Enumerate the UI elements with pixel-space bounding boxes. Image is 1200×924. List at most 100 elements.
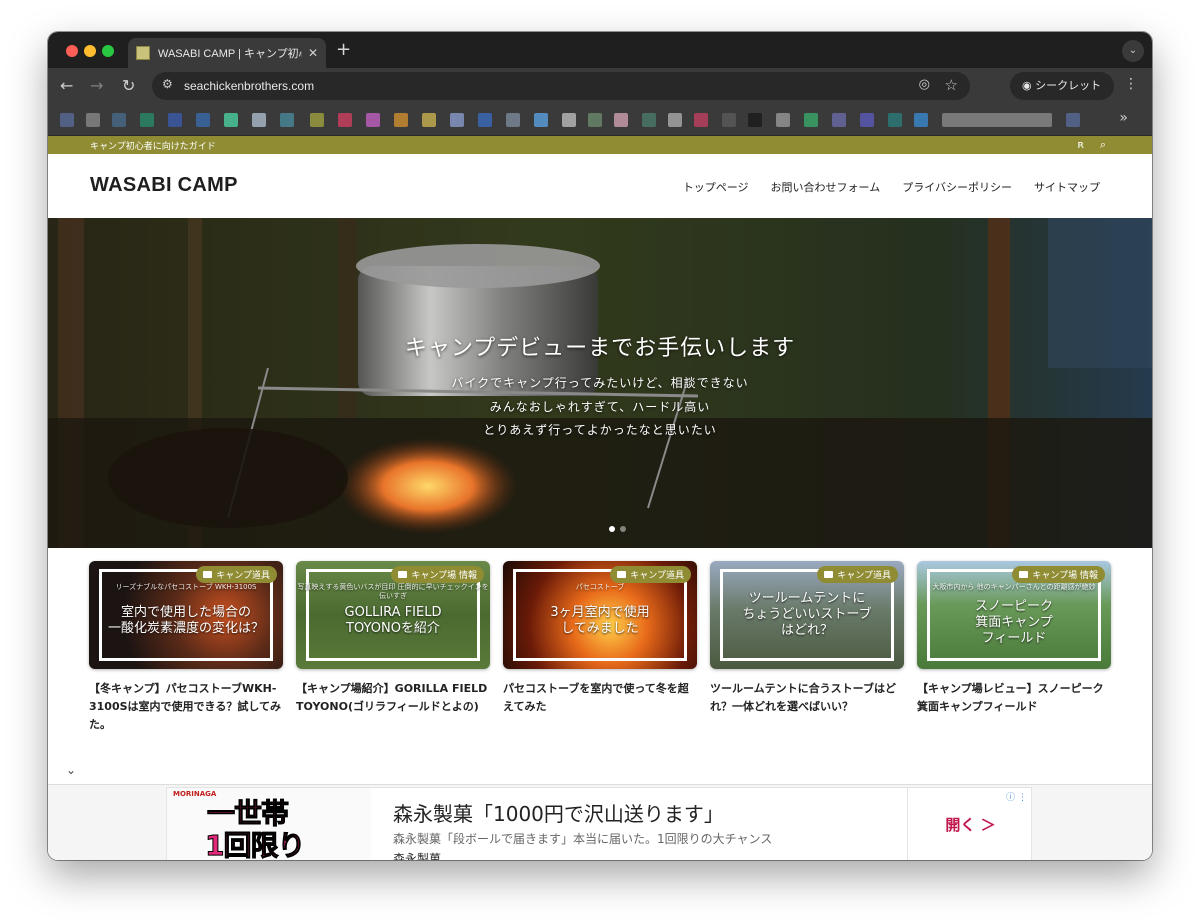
ad-creative[interactable]: MORINAGA 一世帯 1回限り 森永製菓「1000円で沢山送ります」 森永製… [166,787,1032,860]
bookmark-favicon-icon[interactable] [804,113,818,127]
card-thumbnail[interactable]: 写真映えする黄色いバスが目印 圧倒的に早いチェックインを伝いすぎ GOLLIRA… [296,561,490,669]
thumb-text: ツールームテントに ちょうどいいストーブ はどれ？ [742,591,872,638]
bookmark-favicon-icon[interactable] [748,113,762,127]
bookmark-favicon-icon[interactable] [310,113,324,127]
bookmark-favicon-icon[interactable] [478,113,492,127]
ad-headline[interactable]: 森永製菓「1000円で沢山送ります」 [393,798,724,827]
bookmark-favicon-icon[interactable] [642,113,656,127]
ad-banner-image[interactable]: MORINAGA 一世帯 1回限り [167,788,371,860]
bookmark-favicon-icon[interactable] [694,113,708,127]
back-arrow-icon[interactable]: ← [60,76,73,96]
slider-dot[interactable] [620,526,626,532]
card-thumbnail[interactable]: リーズナブルなパセコストーブ WKH-3100S 室内で使用した場合の 一酸化炭… [89,561,283,669]
bookmark-favicon-icon[interactable] [506,113,520,127]
browser-menu-icon[interactable]: ⋮ [1124,76,1138,92]
bookmark-favicon-icon[interactable] [338,113,352,127]
bookmarks-overflow-icon[interactable]: » [1119,110,1128,126]
ad-description: 森永製菓「段ボールで届きます」本当に届いた。1回限りの大チャンス [393,832,773,846]
reload-icon[interactable]: ↻ [122,76,135,96]
site-info-icon[interactable]: ⚙ [162,77,173,91]
category-badge[interactable]: キャンプ道具 [817,566,898,583]
eye-off-icon[interactable]: ◎ [919,77,930,92]
bookmark-favicon-icon[interactable] [140,113,154,127]
card-title[interactable]: パセコストーブを室内で使って冬を超えてみた [503,680,697,716]
article-card[interactable]: 大阪市内から 他のキャンパーさんとの距離感が絶妙 スノーピーク 箕面キャンプ フ… [917,561,1111,716]
minimize-window-button[interactable] [84,45,96,57]
article-card[interactable]: ツールームテントに ちょうどいいストーブ はどれ？ キャンプ道具 ツールームテン… [710,561,904,716]
card-title[interactable]: 【キャンプ場レビュー】スノーピーク箕面キャンプフィールド [917,680,1111,716]
nav-item-sitemap[interactable]: サイトマップ [1034,179,1100,195]
browser-tab[interactable]: WASABI CAMP | キャンプ初心者 ✕ [128,38,326,68]
site-header: WASABI CAMP トップページ お問い合わせフォーム プライバシーポリシー… [48,154,1152,218]
category-label: キャンプ道具 [630,571,684,581]
hero-line: バイクでキャンプ行ってみたいけど、相談できない [451,376,749,390]
incognito-label: シークレット [1035,79,1102,92]
bookmark-favicon-icon[interactable] [394,113,408,127]
tab-search-chevron-icon[interactable]: ⌄ [1122,40,1144,62]
category-badge[interactable]: キャンプ道具 [196,566,277,583]
tab-close-icon[interactable]: ✕ [308,46,318,60]
bookmark-favicon-icon[interactable] [1066,113,1080,127]
bookmark-favicon-icon[interactable] [112,113,126,127]
maximize-window-button[interactable] [102,45,114,57]
category-badge[interactable]: キャンプ場 情報 [1012,566,1105,583]
nav-item-privacy[interactable]: プライバシーポリシー [902,179,1012,195]
bookmark-favicon-icon[interactable] [534,113,548,127]
bookmark-favicon-icon[interactable] [722,113,736,127]
bookmark-favicon-icon[interactable] [450,113,464,127]
bookmark-favicon-icon[interactable] [668,113,682,127]
forward-arrow-icon[interactable]: → [90,76,103,96]
bookmark-favicon-icon[interactable] [614,113,628,127]
category-label: キャンプ場 情報 [411,571,477,581]
bookmark-favicon-icon[interactable] [280,113,294,127]
ad-info-icon[interactable]: ⓘ ⋮ [1006,790,1027,803]
card-title[interactable]: 【キャンプ場紹介】GORILLA FIELD TOYONO(ゴリラフィールドとよ… [296,680,490,716]
bookmark-favicon-icon[interactable] [252,113,266,127]
bookmark-favicon-icon[interactable] [562,113,576,127]
slider-dot-active[interactable] [609,526,615,532]
category-badge[interactable]: キャンプ場 情報 [391,566,484,583]
card-title[interactable]: ツールームテントに合うストーブはどれ？一体どれを選べばいい？ [710,680,904,716]
address-bar[interactable]: ⚙ seachickenbrothers.com ◎ ☆ [152,72,970,100]
article-card[interactable]: 写真映えする黄色いバスが目印 圧倒的に早いチェックインを伝いすぎ GOLLIRA… [296,561,490,716]
top-strip: キャンプ初心者に向けたガイド ʀ ⌕ [48,136,1152,154]
url-text[interactable]: seachickenbrothers.com [184,79,314,93]
article-card[interactable]: リーズナブルなパセコストーブ WKH-3100S 室内で使用した場合の 一酸化炭… [89,561,283,734]
bookmark-favicon-icon[interactable] [914,113,928,127]
browser-window: WASABI CAMP | キャンプ初心者 ✕ + ⌄ ← → ↻ ⚙ seac… [48,32,1152,860]
card-thumbnail[interactable]: パセコストーブ 3ヶ月室内で使用 してみました キャンプ道具 [503,561,697,669]
nav-item-top[interactable]: トップページ [683,179,749,195]
category-badge[interactable]: キャンプ道具 [610,566,691,583]
close-window-button[interactable] [66,45,78,57]
bookmark-favicon-icon[interactable] [888,113,902,127]
hero-slider[interactable]: キャンプデビューまでお手伝いします バイクでキャンプ行ってみたいけど、相談できな… [48,218,1152,548]
new-tab-button[interactable]: + [336,40,351,60]
nav-item-contact[interactable]: お問い合わせフォーム [771,179,881,195]
bookmark-favicon-icon[interactable] [860,113,874,127]
ad-advertiser: 森永製菓 [393,852,442,860]
bookmark-favicon-icon[interactable] [588,113,602,127]
rss-icon[interactable]: ʀ [1077,138,1084,151]
thumb-text: 3ヶ月室内で使用 してみました [550,605,650,636]
incognito-badge[interactable]: ◉ シークレット [1010,72,1114,100]
bookmark-favicon-icon[interactable] [776,113,790,127]
thumb-small-text: パセコストーブ [575,583,625,591]
bookmark-favicon-icon[interactable] [168,113,182,127]
bookmark-favicon-icon[interactable] [196,113,210,127]
search-icon[interactable]: ⌕ [1100,138,1106,152]
bookmark-favicon-icon[interactable] [832,113,846,127]
incognito-icon: ◉ [1022,79,1036,92]
ad-collapse-chevron-icon[interactable]: ⌄ [54,760,88,780]
site-logo[interactable]: WASABI CAMP [90,174,238,197]
article-card[interactable]: パセコストーブ 3ヶ月室内で使用 してみました キャンプ道具 パセコストーブを室… [503,561,697,716]
card-thumbnail[interactable]: 大阪市内から 他のキャンパーさんとの距離感が絶妙 スノーピーク 箕面キャンプ フ… [917,561,1111,669]
card-thumbnail[interactable]: ツールームテントに ちょうどいいストーブ はどれ？ キャンプ道具 [710,561,904,669]
bookmark-favicon-icon[interactable] [86,113,100,127]
bookmark-favicon-icon[interactable] [422,113,436,127]
bookmark-favicon-icon[interactable] [60,113,74,127]
bookmark-favicon-icon[interactable] [366,113,380,127]
bookmark-star-icon[interactable]: ☆ [945,76,958,94]
bookmark-favicon-icon[interactable] [224,113,238,127]
card-title[interactable]: 【冬キャンプ】パセコストーブWKH-3100Sは室内で使用できる？試してみた。 [89,680,283,734]
bookmark-favicon-icon[interactable] [942,113,1052,127]
